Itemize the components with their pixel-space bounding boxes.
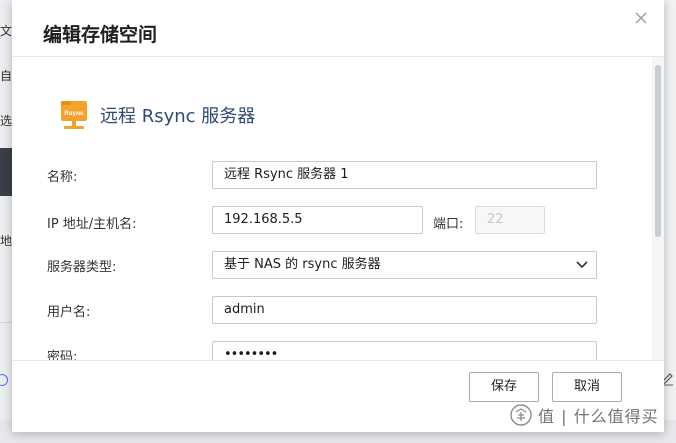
server-type-label: 服务器类型:	[47, 260, 117, 275]
name-label: 名称:	[47, 170, 78, 185]
dialog-content: Rsync 远程 Rsync 服务器 名称: 远程 Rsync 服务器 1 IP…	[12, 57, 652, 360]
edit-storage-dialog: 编辑存储空间 Rsync 远程 Rsync 服务器 名称: 远程 Rsync 服…	[12, 0, 664, 432]
server-heading: Rsync 远程 Rsync 服务器	[60, 99, 255, 131]
footer-divider	[12, 360, 664, 361]
background-thumbnail	[0, 148, 12, 196]
dialog-title: 编辑存储空间	[43, 24, 158, 46]
ip-input[interactable]: 192.168.5.5	[212, 206, 423, 234]
server-heading-label: 远程 Rsync 服务器	[100, 106, 256, 127]
watermark: 值 | 什么值得买	[510, 403, 659, 427]
password-input[interactable]: ••••••••	[212, 341, 597, 360]
dialog-header: 编辑存储空间	[12, 0, 664, 56]
rsync-icon-label: Rsync	[64, 110, 84, 117]
watermark-logo-icon	[510, 404, 532, 426]
server-type-select[interactable]: 基于 NAS 的 rsync 服务器	[212, 251, 597, 279]
username-input[interactable]: admin	[212, 296, 597, 324]
vertical-scrollbar[interactable]	[652, 57, 664, 360]
rsync-server-icon: Rsync	[61, 101, 87, 129]
server-type-selected-value: 基于 NAS 的 rsync 服务器	[224, 257, 381, 272]
watermark-text: 值 | 什么值得买	[538, 407, 659, 426]
chevron-down-icon	[576, 261, 588, 269]
ip-label: IP 地址/主机名:	[47, 217, 137, 232]
name-input[interactable]: 远程 Rsync 服务器 1	[212, 161, 597, 189]
port-label: 端口:	[433, 217, 464, 232]
username-label: 用户名:	[47, 305, 91, 320]
password-label: 密码:	[47, 350, 78, 360]
scrollbar-thumb[interactable]	[655, 65, 661, 237]
port-input[interactable]: 22	[475, 206, 545, 234]
cancel-button[interactable]: 取消	[552, 372, 622, 402]
close-icon[interactable]	[635, 12, 647, 24]
save-button[interactable]: 保存	[469, 372, 539, 402]
